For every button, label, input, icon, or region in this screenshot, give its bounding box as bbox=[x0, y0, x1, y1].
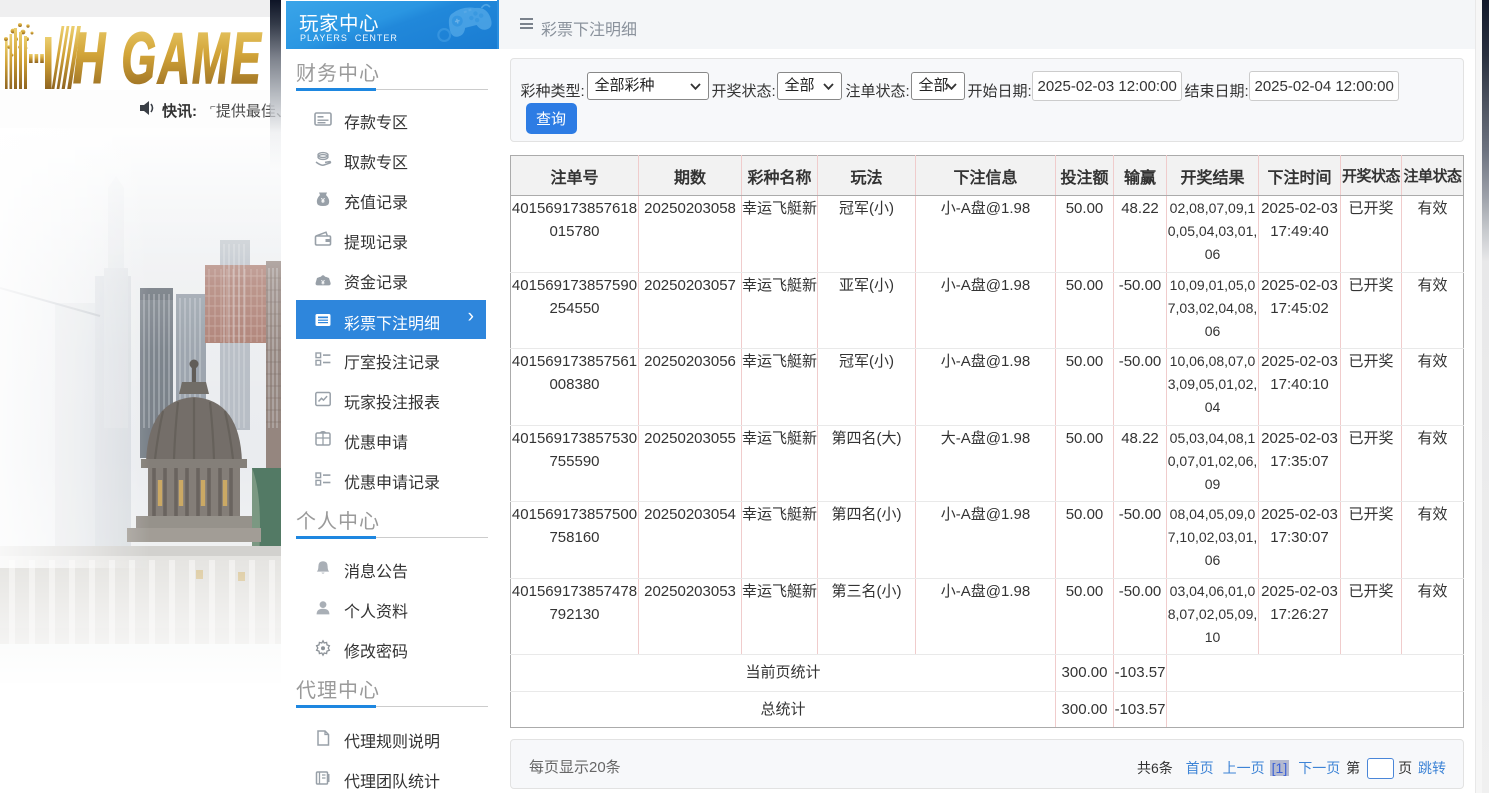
svg-text:¥: ¥ bbox=[321, 280, 325, 287]
svg-text:H GAME: H GAME bbox=[73, 18, 263, 90]
svg-text:¥: ¥ bbox=[321, 198, 325, 205]
